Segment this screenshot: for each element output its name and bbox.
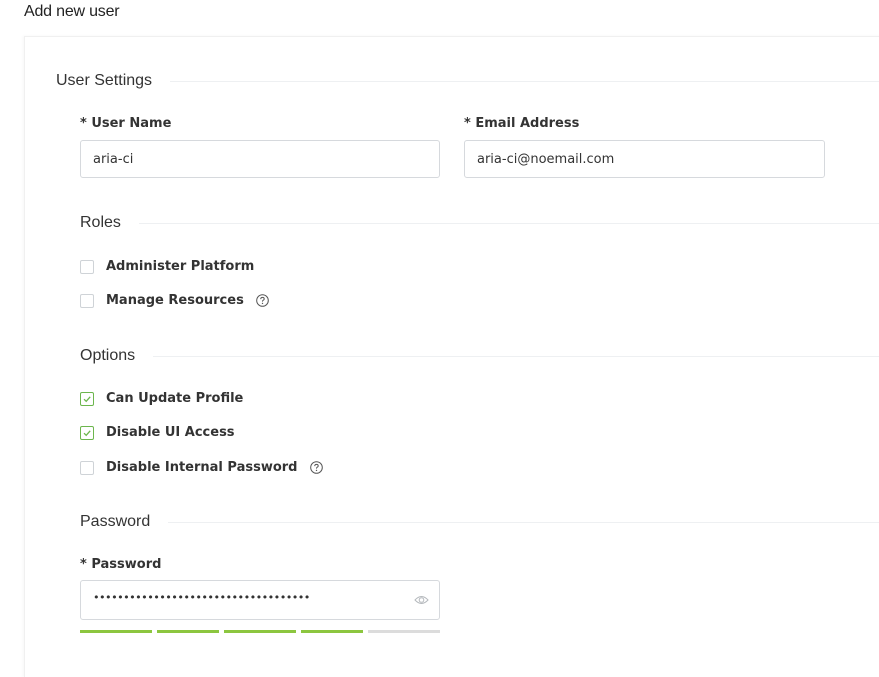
password-input[interactable]: •••••••••••••••••••••••••••••••••••• bbox=[80, 580, 440, 620]
section-title: Password bbox=[80, 513, 151, 530]
section-title: Options bbox=[80, 347, 136, 364]
role-administer-platform[interactable]: Administer Platform bbox=[80, 259, 254, 274]
checkbox-label: Disable Internal Password bbox=[106, 460, 298, 475]
password-label: * Password bbox=[80, 557, 162, 572]
email-input[interactable] bbox=[464, 140, 825, 178]
section-roles: Roles bbox=[80, 214, 879, 232]
option-disable-ui-access[interactable]: Disable UI Access bbox=[80, 425, 235, 440]
strength-segment bbox=[157, 630, 219, 633]
option-can-update-profile[interactable]: Can Update Profile bbox=[80, 391, 243, 406]
check-icon bbox=[83, 395, 91, 402]
checkbox[interactable] bbox=[80, 460, 94, 475]
username-label: * User Name bbox=[80, 116, 172, 131]
help-circle-icon[interactable] bbox=[256, 294, 269, 307]
section-title: Roles bbox=[80, 214, 121, 231]
checkbox[interactable] bbox=[80, 293, 94, 308]
section-options: Options bbox=[80, 347, 879, 365]
option-disable-internal-password[interactable]: Disable Internal Password bbox=[80, 460, 323, 475]
strength-segment bbox=[224, 630, 296, 633]
section-divider bbox=[153, 355, 879, 357]
section-password: Password bbox=[80, 513, 879, 531]
eye-icon[interactable] bbox=[414, 593, 429, 611]
section-title: User Settings bbox=[56, 72, 153, 89]
section-divider bbox=[138, 222, 879, 224]
role-manage-resources[interactable]: Manage Resources bbox=[80, 293, 269, 308]
help-circle-icon[interactable] bbox=[309, 461, 323, 474]
checkbox-label: Disable UI Access bbox=[106, 425, 235, 440]
strength-segment bbox=[368, 630, 440, 633]
password-value: •••••••••••••••••••••••••••••••••••• bbox=[93, 591, 310, 604]
password-strength-meter bbox=[80, 630, 440, 633]
check-icon bbox=[83, 429, 91, 436]
checkbox-label: Administer Platform bbox=[106, 259, 255, 274]
checkbox-label: Manage Resources bbox=[106, 293, 244, 308]
checkbox[interactable] bbox=[80, 391, 94, 406]
strength-segment bbox=[80, 630, 152, 633]
checkbox[interactable] bbox=[80, 259, 94, 274]
checkbox-label: Can Update Profile bbox=[106, 391, 244, 406]
checkbox[interactable] bbox=[80, 425, 94, 440]
page-title: Add new user bbox=[24, 3, 120, 20]
username-input[interactable] bbox=[80, 140, 440, 178]
strength-segment bbox=[301, 630, 363, 633]
email-label: * Email Address bbox=[464, 116, 580, 131]
section-divider bbox=[168, 521, 879, 523]
section-divider bbox=[170, 80, 879, 82]
section-user-settings: User Settings bbox=[56, 72, 879, 90]
